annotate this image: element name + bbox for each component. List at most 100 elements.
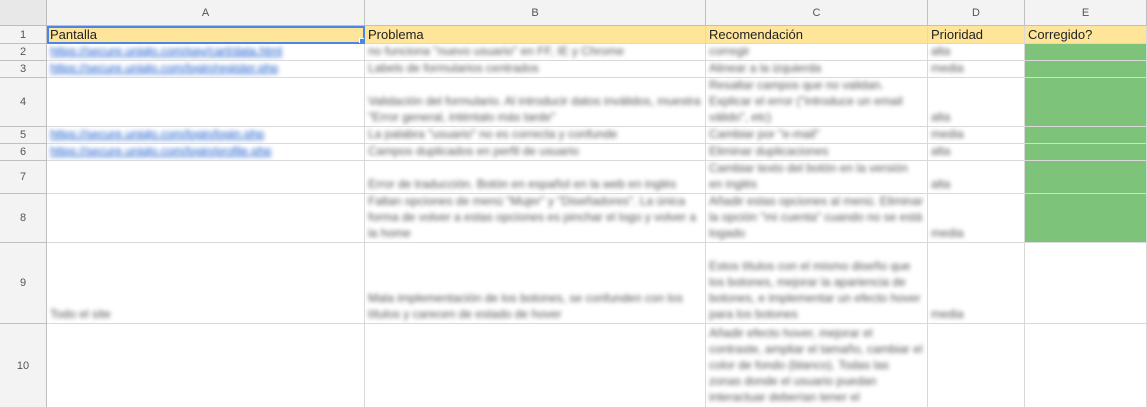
cell-text: Añadir estas opciones al menú. Eliminar … [709,194,924,240]
cell-a10[interactable] [47,324,365,407]
header-label-pantalla: Pantalla [50,26,97,42]
cell-b4[interactable]: Validación del formulario. Al introducir… [365,78,706,127]
link-text[interactable]: https://secure.uniqlo.com/pay/cart/data.… [50,44,282,59]
cell-text: Cambiar por "e-mail" [709,127,820,141]
cell-e5[interactable] [1025,127,1147,144]
cell-a2[interactable]: https://secure.uniqlo.com/pay/cart/data.… [47,44,365,61]
cell-c8[interactable]: Añadir estas opciones al menú. Eliminar … [706,194,928,243]
cell-text: Campos duplicados en perfil de usuario [368,144,579,158]
link-text[interactable]: https://secure.uniqlo.com/login/register… [50,61,278,76]
cell-text: media [931,226,964,240]
cell-text: media [931,127,964,141]
row-header-3[interactable]: 3 [0,61,47,78]
cell-c7[interactable]: Cambiar texto del botón en la versión en… [706,161,928,194]
cell-e3[interactable] [1025,61,1147,78]
column-header-d[interactable]: D [928,0,1025,26]
cell-text: Error de traducción. Botón en español en… [368,177,677,191]
row-header-9[interactable]: 9 [0,243,47,324]
cell-text: Alinear a la izquierda [709,61,822,75]
cell-text: Estos títulos con el mismo diseño que lo… [709,259,921,321]
header-label-corregido: Corregido? [1028,26,1093,42]
spreadsheet-grid: A B C D E 1 2 3 4 5 6 7 8 9 10 Pantalla … [0,0,1147,407]
cell-a9[interactable]: Todo el site [47,243,365,324]
cell-e2[interactable] [1025,44,1147,61]
cell-d3[interactable]: media [928,61,1025,78]
cell-text: no funciona "nuevo usuario" en FF, IE y … [368,44,624,58]
cell-a6[interactable]: https://secure.uniqlo.com/login/profile.… [47,144,365,161]
link-text[interactable]: https://secure.uniqlo.com/login/profile.… [50,144,271,159]
row-header-1[interactable]: 1 [0,26,47,44]
cell-e7[interactable] [1025,161,1147,194]
cell-text: Eliminar duplicaciones [709,144,829,158]
cell-b10[interactable] [365,324,706,407]
cell-a4[interactable] [47,78,365,127]
cell-text: alta [931,144,951,158]
cell-c4[interactable]: Resaltar campos que no validan. Explicar… [706,78,928,127]
cell-text: Cambiar texto del botón en la versión en… [709,161,908,191]
cell-d7[interactable]: alta [928,161,1025,194]
cell-c10[interactable]: Añadir efecto hover, mejorar el contrast… [706,324,928,407]
cell-text: Labels de formularios centrados [368,61,539,75]
cell-d8[interactable]: media [928,194,1025,243]
cell-text: media [931,61,964,75]
cell-e4[interactable] [1025,78,1147,127]
cell-text: Todo el site [50,307,111,321]
header-cell-recomendacion[interactable]: Recomendación [706,26,928,44]
link-text[interactable]: https://secure.uniqlo.com/login/login.ph… [50,127,264,142]
cell-text: Añadir efecto hover, mejorar el contrast… [709,326,923,404]
row-header-5[interactable]: 5 [0,127,47,144]
cell-e9[interactable] [1025,243,1147,324]
select-all-corner[interactable] [0,0,47,26]
cell-e10[interactable] [1025,324,1147,407]
cell-b5[interactable]: La palabra "usuario" no es correcta y co… [365,127,706,144]
cell-c9[interactable]: Estos títulos con el mismo diseño que lo… [706,243,928,324]
cell-text: La palabra "usuario" no es correcta y co… [368,127,618,141]
cell-b8[interactable]: Faltan opciones de menú "Mujer" y "Diseñ… [365,194,706,243]
cell-c5[interactable]: Cambiar por "e-mail" [706,127,928,144]
cell-d2[interactable]: alta [928,44,1025,61]
cell-a3[interactable]: https://secure.uniqlo.com/login/register… [47,61,365,78]
cell-d5[interactable]: media [928,127,1025,144]
cell-a8[interactable] [47,194,365,243]
header-label-prioridad: Prioridad [931,26,984,42]
cell-b9[interactable]: Mala implementación de los botones, se c… [365,243,706,324]
column-header-b[interactable]: B [365,0,706,26]
fill-handle[interactable] [359,38,364,43]
cell-d10[interactable] [928,324,1025,407]
cell-e8[interactable] [1025,194,1147,243]
cell-e6[interactable] [1025,144,1147,161]
row-header-8[interactable]: 8 [0,194,47,243]
header-label-problema: Problema [368,26,424,42]
header-cell-pantalla[interactable]: Pantalla [47,26,365,44]
cell-d9[interactable]: media [928,243,1025,324]
row-header-10[interactable]: 10 [0,324,47,407]
column-header-c[interactable]: C [706,0,928,26]
cell-c2[interactable]: corregir [706,44,928,61]
header-cell-corregido[interactable]: Corregido? [1025,26,1147,44]
cell-text: Resaltar campos que no validan. Explicar… [709,78,903,124]
row-header-4[interactable]: 4 [0,78,47,127]
row-header-7[interactable]: 7 [0,161,47,194]
header-cell-problema[interactable]: Problema [365,26,706,44]
column-header-a[interactable]: A [47,0,365,26]
cell-c6[interactable]: Eliminar duplicaciones [706,144,928,161]
cell-b6[interactable]: Campos duplicados en perfil de usuario [365,144,706,161]
header-label-recomendacion: Recomendación [709,26,803,42]
cell-text: alta [931,110,951,124]
cell-b3[interactable]: Labels de formularios centrados [365,61,706,78]
cell-text: corregir [709,44,750,58]
cell-a5[interactable]: https://secure.uniqlo.com/login/login.ph… [47,127,365,144]
cell-b2[interactable]: no funciona "nuevo usuario" en FF, IE y … [365,44,706,61]
header-cell-prioridad[interactable]: Prioridad [928,26,1025,44]
cell-b7[interactable]: Error de traducción. Botón en español en… [365,161,706,194]
row-header-2[interactable]: 2 [0,44,47,61]
row-header-6[interactable]: 6 [0,144,47,161]
cell-d4[interactable]: alta [928,78,1025,127]
cell-d6[interactable]: alta [928,144,1025,161]
cell-text: Mala implementación de los botones, se c… [368,291,683,321]
cell-text: Validación del formulario. Al introducir… [368,94,701,124]
cell-a7[interactable] [47,161,365,194]
cell-c3[interactable]: Alinear a la izquierda [706,61,928,78]
column-header-e[interactable]: E [1025,0,1147,26]
cell-text: alta [931,44,951,58]
